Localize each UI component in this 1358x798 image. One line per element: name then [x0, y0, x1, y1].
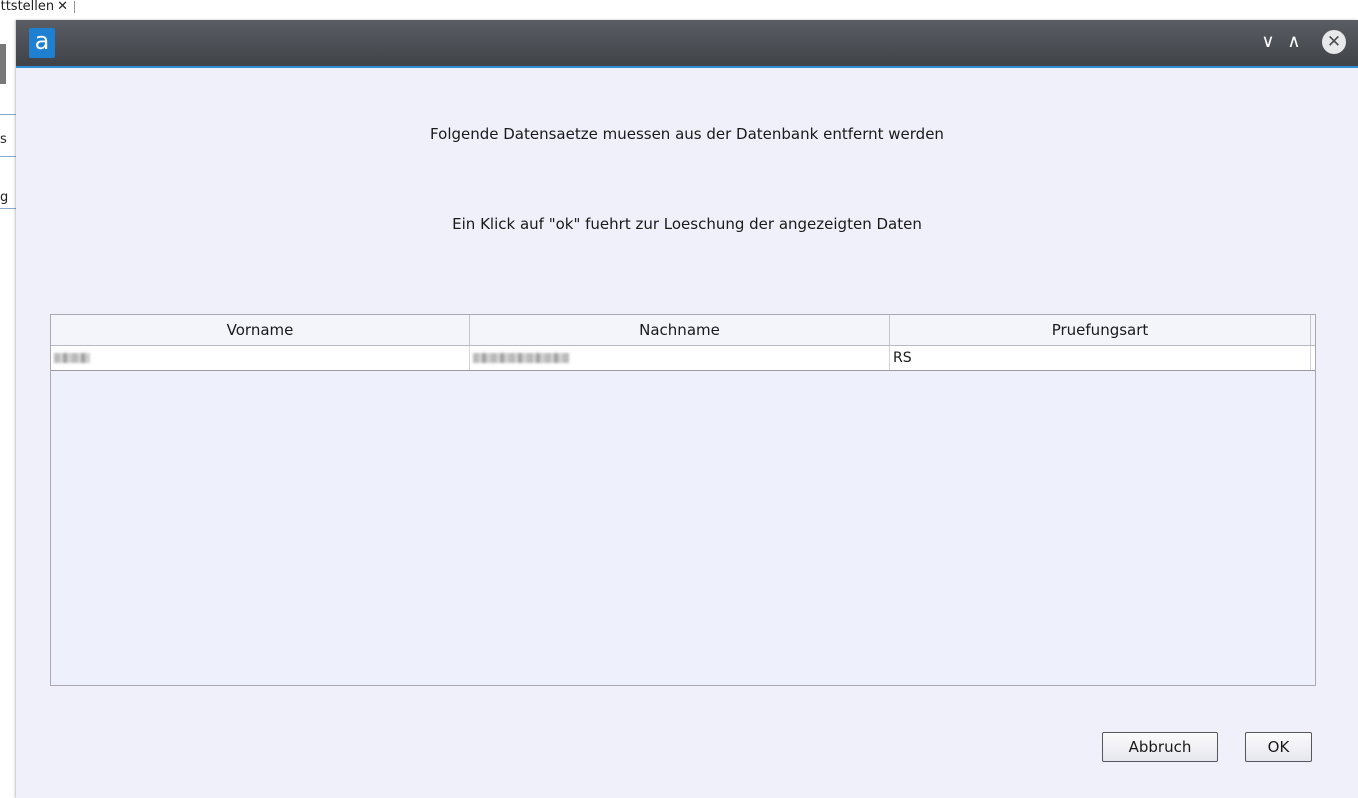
app-logo-icon: a [29, 28, 55, 58]
dialog-message-line1: Folgende Datensaetze muessen aus der Dat… [430, 125, 944, 143]
background-label-g: g [0, 190, 9, 205]
tab-divider [74, 0, 76, 13]
table-header: Vorname Nachname Pruefungsart [51, 315, 1315, 346]
column-header-pruefungsart[interactable]: Pruefungsart [890, 315, 1311, 345]
dialog-titlebar[interactable]: a ∨ ∧ ✕ [16, 20, 1358, 68]
redacted-vorname [54, 353, 90, 363]
column-header-nachname[interactable]: Nachname [470, 315, 890, 345]
delete-confirmation-dialog: a ∨ ∧ ✕ Folgende Datensaetze muessen aus… [16, 20, 1358, 798]
background-tab-label: ittstellen [0, 0, 55, 14]
redacted-nachname [473, 353, 569, 363]
records-table: Vorname Nachname Pruefungsart RS [50, 314, 1316, 686]
column-header-vorname[interactable]: Vorname [51, 315, 470, 345]
background-gray-strip [0, 44, 6, 84]
close-icon[interactable]: ✕ [1322, 30, 1346, 54]
cell-pruefungsart[interactable]: RS [890, 346, 1311, 370]
background-tab-close-icon[interactable]: ✕ [57, 0, 68, 14]
ok-button[interactable]: OK [1245, 732, 1312, 762]
background-label-s: s [0, 132, 7, 147]
background-tab[interactable]: ittstellen ✕ [0, 0, 140, 14]
cancel-button[interactable]: Abbruch [1102, 732, 1218, 762]
minimize-icon[interactable]: ∨ [1256, 30, 1280, 54]
maximize-icon[interactable]: ∧ [1282, 30, 1306, 54]
cell-nachname[interactable] [470, 346, 890, 370]
dialog-message-line2: Ein Klick auf "ok" fuehrt zur Loeschung … [452, 215, 922, 233]
table-empty-area[interactable] [51, 370, 1315, 685]
table-row[interactable]: RS [51, 346, 1315, 371]
cell-vorname[interactable] [51, 346, 470, 370]
